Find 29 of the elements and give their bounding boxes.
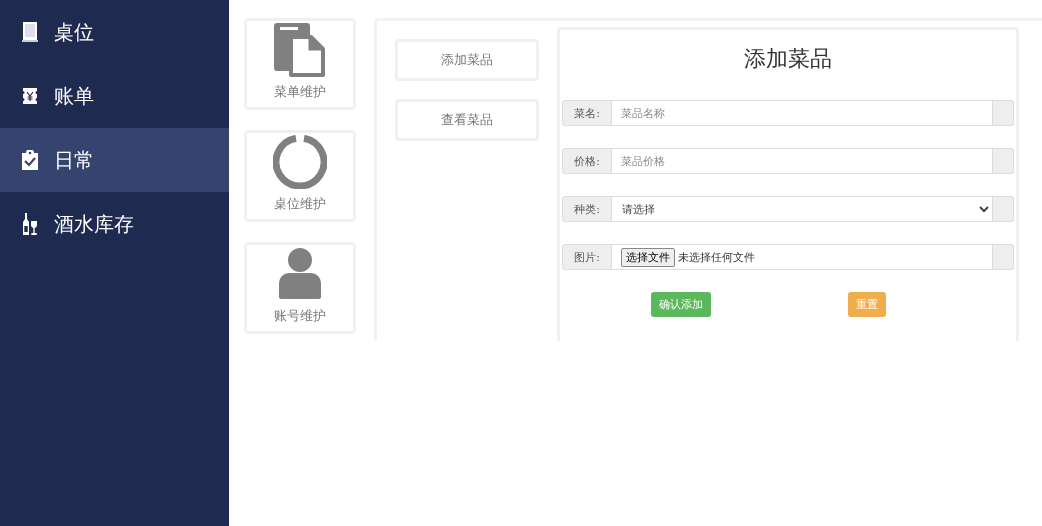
receipt-icon — [21, 88, 39, 104]
tile-button[interactable]: 菜单维护 — [244, 18, 356, 110]
nav-item[interactable]: 日常 — [0, 128, 229, 192]
nav-item[interactable]: 酒水库存 — [0, 192, 229, 256]
field-label: 价格: — [562, 148, 612, 174]
input-field[interactable]: 菜品价格 — [612, 148, 993, 174]
tablet-icon — [22, 22, 38, 42]
tile-button[interactable]: 账号维护 — [244, 242, 356, 334]
input-addon — [993, 148, 1014, 174]
clipboard-check-icon — [21, 150, 39, 170]
form-title: 添加菜品 — [743, 45, 833, 73]
input-addon — [993, 244, 1014, 270]
input-addon — [993, 100, 1014, 126]
tile-button[interactable]: 桌位维护 — [244, 130, 356, 222]
choose-file-button[interactable]: 选择文件 — [621, 247, 675, 267]
file-status: 未选择任何文件 — [678, 249, 755, 265]
nav-item[interactable]: 账单 — [0, 64, 229, 128]
drinks-icon — [22, 213, 38, 235]
documents-icon — [273, 23, 327, 77]
field-label: 菜名: — [562, 100, 612, 126]
select-field[interactable]: 请选择 — [612, 196, 993, 222]
submenu-button[interactable]: 添加菜品 — [395, 39, 539, 81]
nav-item[interactable]: 桌位 — [0, 0, 229, 64]
input-field[interactable]: 菜品名称 — [612, 100, 993, 126]
submenu-button[interactable]: 查看菜品 — [395, 99, 539, 141]
file-field[interactable]: 选择文件 未选择任何文件 — [612, 244, 993, 270]
field-label: 种类: — [562, 196, 612, 222]
field-label: 图片: — [562, 244, 612, 270]
input-addon — [993, 196, 1014, 222]
